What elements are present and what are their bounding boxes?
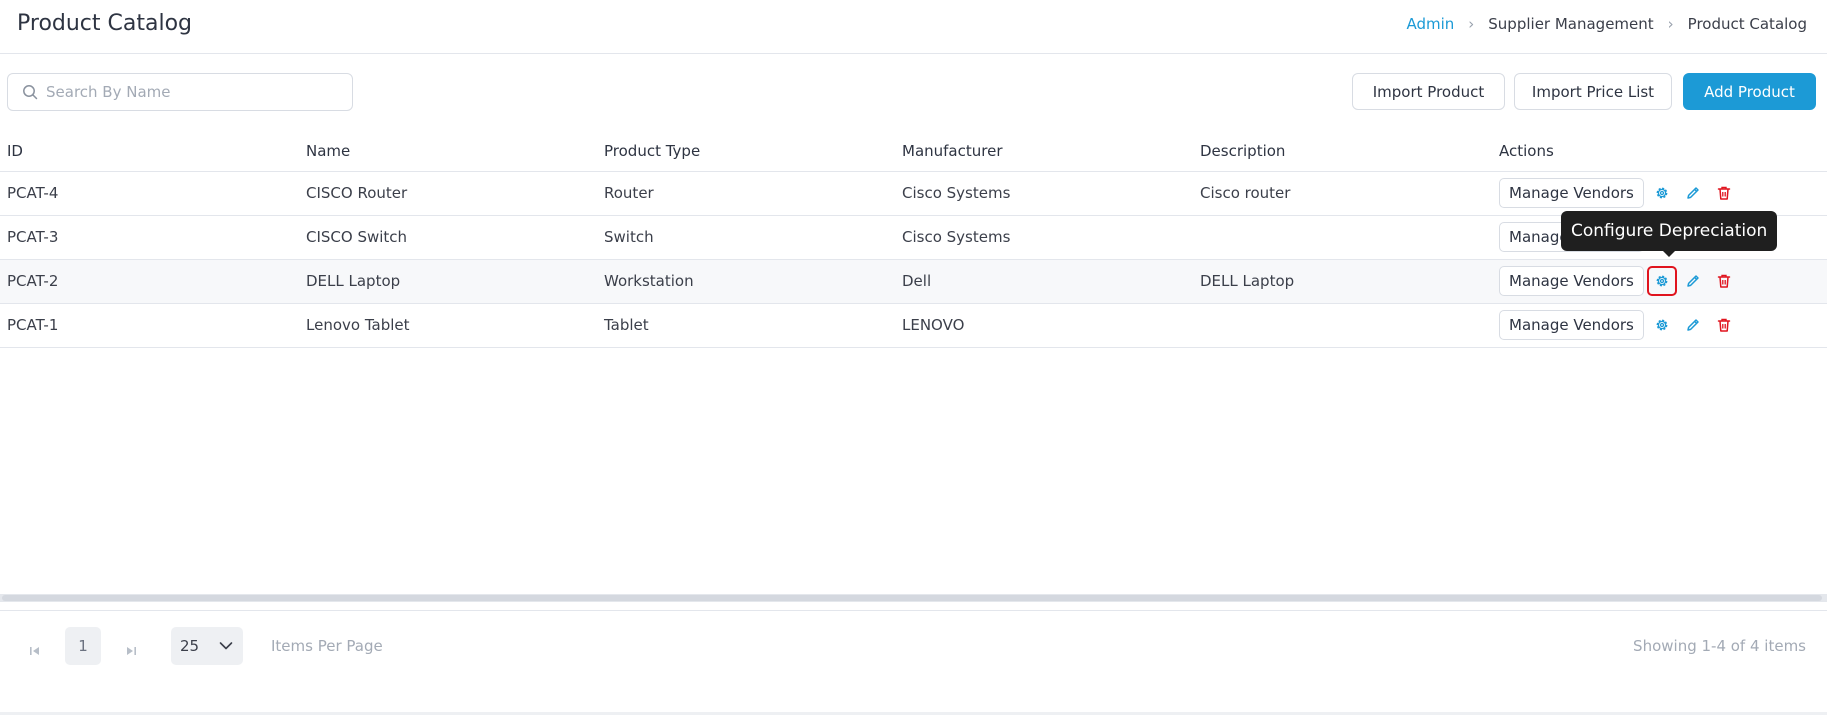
- cell-product-type: Switch: [597, 215, 895, 260]
- table-row: PCAT-4 CISCO Router Router Cisco Systems…: [0, 171, 1827, 216]
- delete-button[interactable]: [1711, 312, 1737, 338]
- breadcrumb-admin[interactable]: Admin: [1406, 15, 1454, 33]
- gear-icon: [1656, 187, 1668, 199]
- configure-depreciation-button[interactable]: [1649, 312, 1675, 338]
- cell-product-type: Tablet: [597, 303, 895, 348]
- breadcrumb: Admin › Supplier Management › Product Ca…: [1406, 15, 1807, 33]
- pencil-icon: [1687, 319, 1699, 331]
- table-row: PCAT-2 DELL Laptop Workstation Dell DELL…: [0, 259, 1827, 304]
- search-icon: [23, 85, 38, 100]
- configure-depreciation-tooltip: Configure Depreciation: [1561, 211, 1778, 257]
- cell-manufacturer: Dell: [895, 259, 1193, 304]
- column-header-description[interactable]: Description: [1193, 131, 1492, 172]
- delete-button[interactable]: [1711, 180, 1737, 206]
- showing-count: Showing 1-4 of 4 items: [1633, 637, 1806, 655]
- chevron-down-icon: [219, 642, 233, 650]
- page-size-value: 25: [180, 637, 200, 655]
- chevron-right-icon: ›: [1468, 15, 1475, 33]
- cell-actions: Manage Vendors: [1492, 303, 1827, 348]
- cell-description: [1193, 303, 1492, 348]
- scrollbar-thumb[interactable]: [2, 595, 1822, 601]
- pagination-footer: 1 25 Items Per Page Showing 1-4 of 4 ite…: [0, 610, 1827, 713]
- pencil-icon: [1687, 187, 1699, 199]
- first-page-icon: [30, 647, 39, 655]
- page-header: Product Catalog Admin › Supplier Managem…: [0, 0, 1827, 54]
- cell-description: [1193, 215, 1492, 260]
- page-title: Product Catalog: [17, 11, 193, 36]
- product-table: ID Name Product Type Manufacturer Descri…: [0, 131, 1827, 348]
- gear-icon: [1656, 319, 1668, 331]
- edit-button[interactable]: [1680, 268, 1706, 294]
- import-product-button[interactable]: Import Product: [1352, 73, 1505, 110]
- table-header-row: ID Name Product Type Manufacturer Descri…: [0, 131, 1827, 172]
- last-page-button[interactable]: [119, 639, 143, 663]
- trash-icon: [1717, 274, 1731, 288]
- chevron-right-icon: ›: [1667, 15, 1674, 33]
- column-header-name[interactable]: Name: [299, 131, 597, 172]
- horizontal-scrollbar[interactable]: [0, 594, 1827, 602]
- search-box[interactable]: [7, 73, 353, 111]
- search-input[interactable]: [46, 83, 336, 101]
- breadcrumb-product-catalog: Product Catalog: [1687, 15, 1807, 33]
- cell-manufacturer: Cisco Systems: [895, 171, 1193, 216]
- cell-id: PCAT-2: [0, 259, 299, 304]
- gear-icon: [1656, 275, 1668, 287]
- cell-manufacturer: Cisco Systems: [895, 215, 1193, 260]
- cell-id: PCAT-3: [0, 215, 299, 260]
- add-product-button[interactable]: Add Product: [1683, 73, 1816, 110]
- configure-depreciation-button[interactable]: [1649, 180, 1675, 206]
- manage-vendors-button[interactable]: Manage Vendors: [1499, 178, 1644, 208]
- configure-depreciation-button[interactable]: [1646, 266, 1677, 296]
- pencil-icon: [1687, 275, 1699, 287]
- delete-button[interactable]: [1711, 268, 1737, 294]
- column-header-id[interactable]: ID: [0, 131, 299, 172]
- cell-description: Cisco router: [1193, 171, 1492, 216]
- manage-vendors-button[interactable]: Manage Vendors: [1499, 266, 1644, 296]
- cell-actions: Manage Vendors: [1492, 259, 1827, 304]
- items-per-page-label: Items Per Page: [271, 637, 383, 655]
- cell-manufacturer: LENOVO: [895, 303, 1193, 348]
- breadcrumb-supplier-management: Supplier Management: [1488, 15, 1654, 33]
- table-row: PCAT-1 Lenovo Tablet Tablet LENOVO Manag…: [0, 303, 1827, 348]
- page-size-select[interactable]: 25: [171, 627, 243, 665]
- cell-name: CISCO Switch: [299, 215, 597, 260]
- edit-button[interactable]: [1680, 180, 1706, 206]
- first-page-button[interactable]: [23, 639, 47, 663]
- cell-actions: Manage Vendors: [1492, 171, 1827, 216]
- trash-icon: [1717, 318, 1731, 332]
- cell-product-type: Workstation: [597, 259, 895, 304]
- table-row: PCAT-3 CISCO Switch Switch Cisco Systems…: [0, 215, 1827, 260]
- cell-name: DELL Laptop: [299, 259, 597, 304]
- edit-button[interactable]: [1680, 312, 1706, 338]
- last-page-icon: [127, 647, 136, 655]
- column-header-actions: Actions: [1492, 131, 1827, 172]
- cell-description: DELL Laptop: [1193, 259, 1492, 304]
- cell-id: PCAT-4: [0, 171, 299, 216]
- cell-name: Lenovo Tablet: [299, 303, 597, 348]
- page-number-current[interactable]: 1: [65, 627, 101, 665]
- cell-id: PCAT-1: [0, 303, 299, 348]
- column-header-manufacturer[interactable]: Manufacturer: [895, 131, 1193, 172]
- manage-vendors-button[interactable]: Manage Vendors: [1499, 310, 1644, 340]
- import-price-list-button[interactable]: Import Price List: [1514, 73, 1672, 110]
- column-header-product-type[interactable]: Product Type: [597, 131, 895, 172]
- cell-product-type: Router: [597, 171, 895, 216]
- cell-name: CISCO Router: [299, 171, 597, 216]
- trash-icon: [1717, 186, 1731, 200]
